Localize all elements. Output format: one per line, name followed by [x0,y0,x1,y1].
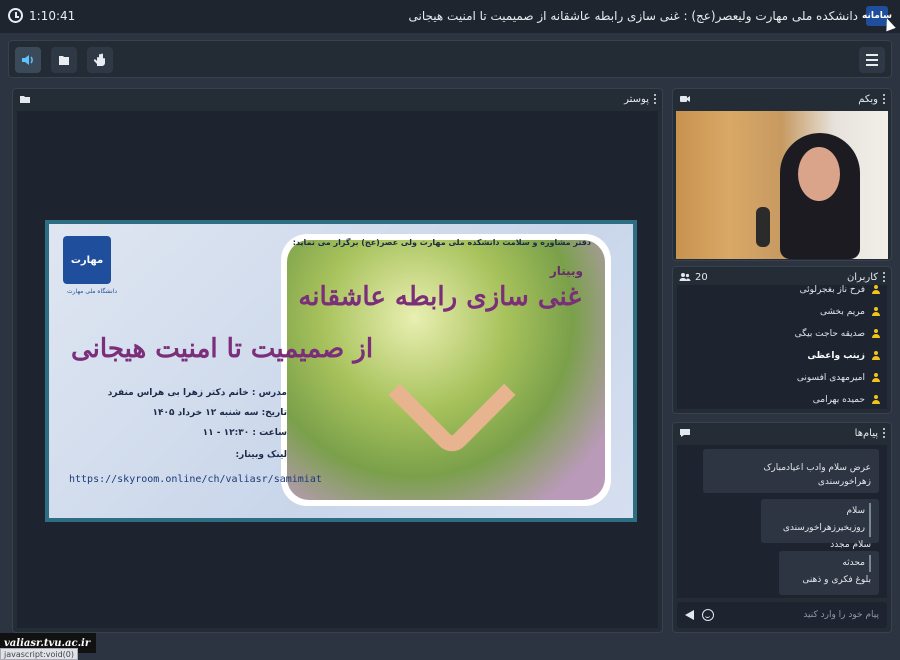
user-item[interactable]: امیرمهدی افسونی [677,367,887,389]
poster-date: تاریخ: سه شنبه ۱۲ خرداد ۱۴۰۵ [152,408,287,418]
room-title: دانشکده ملی مهارت ولیعصر(عج) : غنی سازی … [408,9,858,23]
poster-title-line-1: غنی سازی رابطه عاشقانه [298,282,581,312]
message-bubble: عرض سلام وادب اعیادمبارک زهراخورسندی [703,449,879,493]
user-item[interactable]: حمیده بهرامی [677,389,887,409]
university-logo: مهارت [63,236,111,284]
webcam-panel-title: وبکم [858,93,878,105]
toolbar [8,40,892,78]
message-text: عرض سلام وادب اعیادمبارک زهراخورسندی [763,463,871,488]
user-item[interactable]: صدیقه حاجت بیگی [677,323,887,345]
heart-hands-image [388,331,516,459]
webcam-panel-header: وبکم [673,89,891,109]
users-panel-title: کاربران [846,271,878,283]
webinar-poster: مهارت دانشگاه ملی مهارت دفتر مشاوره و سل… [45,220,637,522]
user-name: حمیده بهرامی [812,395,865,405]
mouse-cursor-icon [882,16,896,32]
users-count: 20 [695,271,708,283]
poster-teacher: مدرس : خانم دکتر زهرا بی هراس منفرد [107,388,287,398]
message-bubble: محدثه بلوغ فکری و ذهنی [779,551,879,595]
user-name: مریم بخشی [820,307,865,317]
poster-time: ساعت : ۱۲:۳۰ - ۱۱ [202,428,287,438]
user-name: زینب واعظی [807,351,865,361]
poster-panel: پوستر مهارت دانشگاه ملی مهارت دفتر مشاور… [12,88,663,633]
panel-options-icon[interactable] [654,94,656,104]
poster-panel-header: پوستر [13,89,662,109]
user-name: فرح ناز بغجرلوئی [799,285,865,295]
user-icon [871,395,881,405]
message-list[interactable]: عرض سلام وادب اعیادمبارک زهراخورسندی سلا… [677,445,887,598]
panel-options-icon[interactable] [883,272,885,282]
panel-options-icon[interactable] [883,428,885,438]
clock-icon [8,8,23,23]
user-item[interactable]: مریم بخشی [677,301,887,323]
message-bubble: سلام روزبخیرزهراخورسندی سلام مجدد [761,499,879,550]
user-name: صدیقه حاجت بیگی [794,329,865,339]
user-item[interactable]: فرح ناز بغجرلوئی [677,285,887,301]
users-panel-header: کاربران 20 [673,267,891,287]
microphone-image [756,207,770,247]
user-icon [871,307,881,317]
timer-text: 1:10:41 [29,8,76,23]
poster-organizer: دفتر مشاوره و سلامت دانشکده ملی مهارت ول… [292,238,591,247]
webcam-video [676,111,888,259]
user-icon [871,351,881,361]
menu-icon [866,54,878,56]
message-composer [677,602,887,628]
top-bar: 1:10:41 دانشکده ملی مهارت ولیعصر(عج) : غ… [0,0,900,33]
speaker-icon [22,55,33,65]
panel-options-icon[interactable] [883,94,885,104]
message-text: بلوغ فکری و ذهنی [802,575,871,586]
user-item[interactable]: زینب واعظی [677,345,887,367]
emoji-icon[interactable] [702,609,714,621]
messages-panel-title: پیام‌ها [854,427,878,439]
poster-logo-text: مهارت [70,254,104,266]
user-icon [871,285,881,295]
messages-panel: پیام‌ها عرض سلام وادب اعیادمبارک زهراخور… [672,422,892,633]
message-input[interactable] [759,610,879,620]
user-list[interactable]: فرح ناز بغجرلوئی مریم بخشی صدیقه حاجت بیگی… [677,285,887,409]
users-panel: کاربران 20 فرح ناز بغجرلوئی مریم بخشی صدیق… [672,266,892,414]
files-button[interactable] [51,47,77,73]
hand-icon [93,53,105,66]
poster-viewer: مهارت دانشگاه ملی مهارت دفتر مشاوره و سل… [17,111,658,628]
user-icon [871,329,881,339]
video-camera-icon [679,93,691,105]
user-icon [871,373,881,383]
poster-title-line-2: از صمیمیت تا امنیت هیجانی [71,334,374,364]
user-name: امیرمهدی افسونی [796,373,865,383]
poster-webinar-label: وبینار [549,264,583,278]
message-sender: سلام روزبخیرزهراخورسندی [769,503,871,538]
speaker-button[interactable] [15,47,41,73]
folder-icon [19,93,31,105]
send-icon[interactable] [685,610,694,620]
message-sender: محدثه [787,555,871,573]
raise-hand-button[interactable] [87,47,113,73]
webcam-panel: وبکم [672,88,892,261]
poster-logo-caption: دانشگاه ملی مهارت [66,288,117,295]
file-icon [59,56,69,65]
chat-icon [679,427,691,439]
poster-panel-title: پوستر [624,93,649,105]
messages-panel-header: پیام‌ها [673,423,891,443]
users-icon [679,271,691,283]
poster-link: https://skyroom.online/ch/valiasr/samimi… [69,474,322,485]
session-timer: 1:10:41 [8,8,75,23]
browser-status-bar: javascript:void(0) [0,648,79,660]
menu-button[interactable] [859,47,885,73]
poster-link-label: لینک وبینار: [235,450,287,460]
